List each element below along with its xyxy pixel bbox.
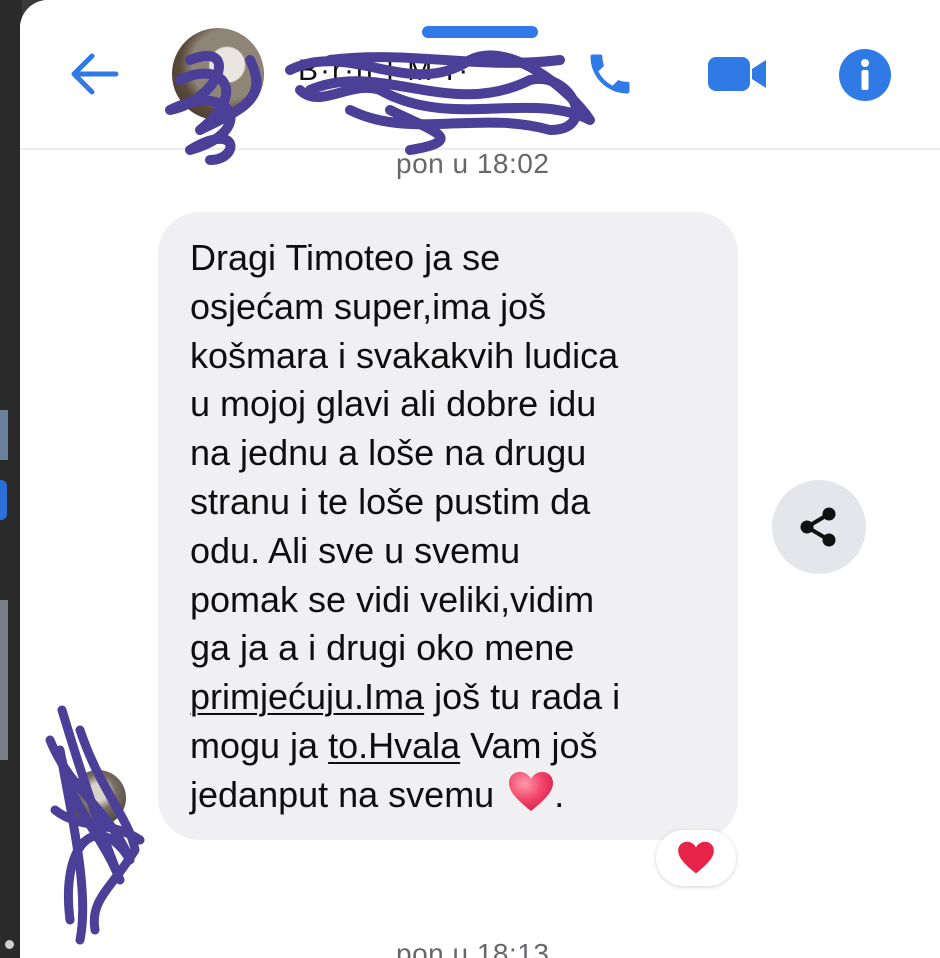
message-line: mogu ja to.Hvala Vam još bbox=[190, 722, 708, 771]
back-arrow-icon bbox=[71, 53, 119, 95]
message-text: jedanput na svemu bbox=[190, 773, 495, 815]
message-line: primjećuju.Ima još tu rada i bbox=[190, 673, 708, 722]
video-camera-icon bbox=[708, 57, 766, 91]
background-dot bbox=[5, 940, 14, 949]
message-line: jedanput na svemu . bbox=[190, 771, 708, 820]
sender-avatar[interactable] bbox=[70, 770, 126, 826]
message-line: u mojoj glavi ali dobre idu bbox=[190, 383, 597, 425]
message-line: Dragi Timoteo ja se bbox=[190, 237, 501, 278]
background-app-strip bbox=[0, 0, 22, 958]
back-button[interactable] bbox=[64, 44, 124, 104]
message-bubble[interactable]: Dragi Timoteo ja se osjećam super,ima jo… bbox=[158, 212, 738, 840]
message-line: na jednu a loše na drugu bbox=[190, 432, 587, 474]
video-call-button[interactable] bbox=[704, 44, 770, 104]
message-timestamp: pon u 18:13 bbox=[396, 938, 550, 958]
info-button[interactable] bbox=[834, 44, 896, 106]
heart-icon bbox=[678, 841, 714, 874]
heart-icon bbox=[509, 771, 554, 811]
message-text: još tu rada i bbox=[424, 676, 621, 718]
reaction-badge[interactable] bbox=[656, 830, 736, 886]
message-text: mogu ja bbox=[190, 724, 329, 766]
message-line: košmara i svakakvih ludica bbox=[190, 334, 619, 376]
message-line: odu. Ali sve u svemu bbox=[190, 529, 521, 571]
drag-handle[interactable] bbox=[422, 26, 538, 38]
message-timestamp: pon u 18:02 bbox=[396, 148, 550, 179]
info-icon bbox=[839, 49, 891, 101]
phone-icon bbox=[590, 54, 630, 94]
call-button[interactable] bbox=[580, 44, 640, 104]
background-app-edge bbox=[0, 600, 8, 760]
message-line: pomak se vidi veliki,vidim bbox=[190, 578, 595, 620]
contact-name[interactable]: B·r·n·l·M·r· bbox=[298, 54, 470, 88]
chat-header: B·r·n·l·M·r· bbox=[20, 0, 940, 165]
message-link[interactable]: to.Hvala bbox=[328, 725, 460, 766]
background-app-edge bbox=[0, 480, 7, 520]
share-button[interactable] bbox=[772, 480, 866, 574]
chat-sheet: B·r·n·l·M·r· pon u 18:02 Dragi Timoteo j… bbox=[20, 0, 940, 958]
contact-avatar[interactable] bbox=[172, 28, 264, 120]
message-line: osjećam super,ima još bbox=[190, 285, 547, 327]
message-text: . bbox=[554, 773, 565, 815]
message-text: Vam još bbox=[460, 724, 598, 766]
message-link[interactable]: primjećuju.Ima bbox=[190, 676, 424, 717]
background-app-edge bbox=[0, 410, 8, 460]
message-line: ga ja a i drugi oko mene bbox=[190, 627, 575, 669]
message-line: stranu i te loše pustim da bbox=[190, 480, 591, 522]
share-icon bbox=[800, 507, 836, 547]
